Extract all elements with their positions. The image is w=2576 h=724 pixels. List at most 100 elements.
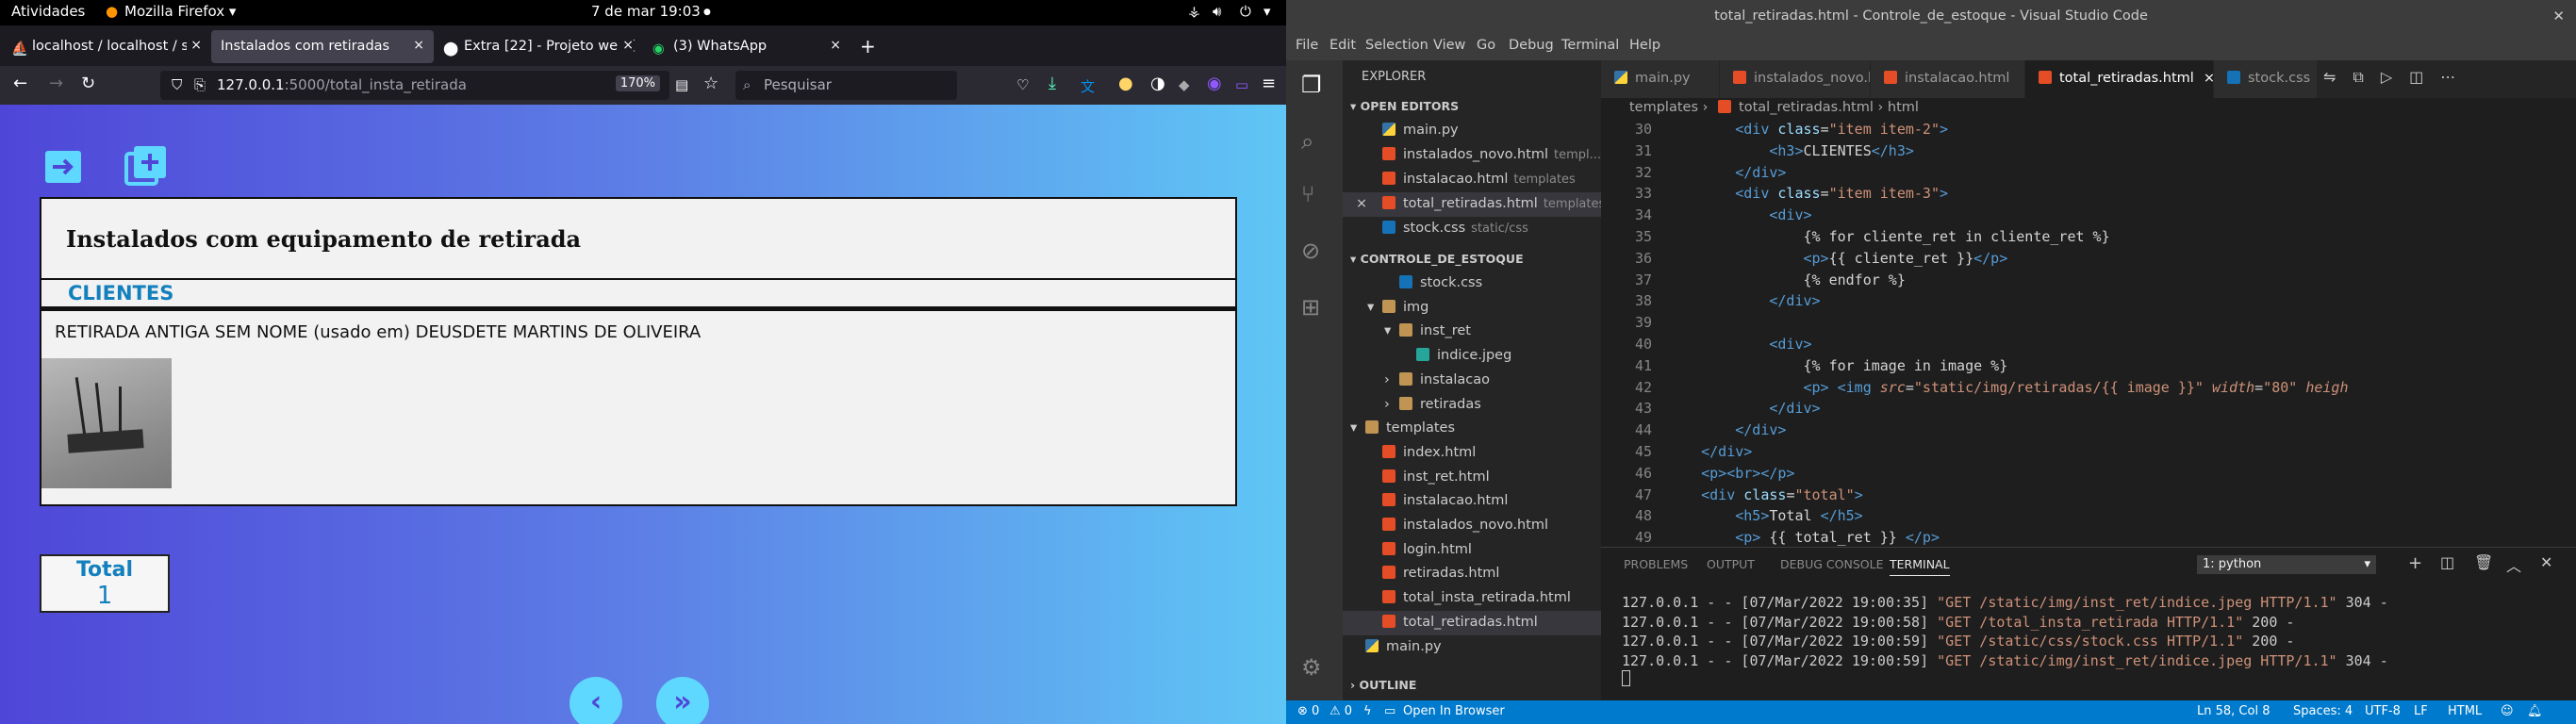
menu-selection[interactable]: Selection xyxy=(1365,38,1428,53)
volume-icon[interactable]: 🔊︎ xyxy=(1213,3,1221,20)
forward-icon[interactable]: → xyxy=(49,74,63,93)
network-icon[interactable]: ⚶ xyxy=(1188,3,1200,20)
tree-item[interactable]: ▾ templates xyxy=(1343,417,1601,441)
tree-item[interactable]: ▾ img xyxy=(1343,296,1601,321)
tree-item[interactable]: index.html xyxy=(1343,441,1601,466)
tree-item[interactable]: › instalacao xyxy=(1343,369,1601,393)
close-editor-icon[interactable]: × xyxy=(1356,196,1367,211)
extension-icon-4[interactable]: ◉ xyxy=(1207,74,1222,93)
outline-section[interactable]: › OUTLINE xyxy=(1343,675,1601,696)
run-icon[interactable]: ▷ xyxy=(2381,68,2409,86)
close-tab-icon[interactable]: × xyxy=(2204,71,2213,86)
open-editors-section[interactable]: ▾ OPEN EDITORS xyxy=(1343,96,1601,117)
menu-file[interactable]: File xyxy=(1296,38,1318,53)
menu-icon[interactable]: ≡ xyxy=(1262,74,1276,93)
lightning-icon[interactable]: ϟ xyxy=(1363,704,1372,718)
open-editor-item[interactable]: × total_retiradas.html templates xyxy=(1343,192,1601,217)
line-ending[interactable]: LF xyxy=(2414,704,2428,718)
editor-tab[interactable]: instalacao.html xyxy=(1871,60,2025,98)
tab-phpmyadmin[interactable]: ⛵ localhost / localhost / sto × xyxy=(2,30,211,63)
zoom-level-button[interactable]: 170% xyxy=(615,75,660,91)
extension-icon-5[interactable]: ▭ xyxy=(1235,76,1248,93)
menu-go[interactable]: Go xyxy=(1477,38,1495,53)
tab-output[interactable]: OUTPUT xyxy=(1707,557,1755,571)
bookmark-star-icon[interactable]: ☆ xyxy=(703,74,718,93)
activities-button[interactable]: Atividades xyxy=(11,3,85,20)
extension-icon-3[interactable]: ◆ xyxy=(1179,76,1190,93)
split-editor-icon[interactable]: ◫ xyxy=(2409,68,2440,86)
translate-icon[interactable]: 文 xyxy=(1081,76,1095,96)
new-tab-button[interactable]: + xyxy=(850,30,884,63)
more-actions-icon[interactable]: ⋯ xyxy=(2440,68,2472,86)
open-editor-item[interactable]: instalacao.html templates xyxy=(1343,168,1601,192)
tree-item[interactable]: total_retiradas.html xyxy=(1343,610,1601,635)
close-tab-icon[interactable]: × xyxy=(830,38,841,53)
back-icon[interactable]: ← xyxy=(13,74,27,93)
pocket-icon[interactable]: ♡ xyxy=(1016,76,1029,93)
trash-icon[interactable]: 🗑︎ xyxy=(2474,553,2493,571)
warnings-count[interactable]: ⚠ 0 xyxy=(1329,704,1352,718)
tree-item[interactable]: indice.jpeg xyxy=(1343,344,1601,369)
tab-whatsapp[interactable]: ◉ (3) WhatsApp × xyxy=(643,30,850,63)
tree-item[interactable]: inst_ret.html xyxy=(1343,466,1601,490)
tree-item[interactable]: stock.css xyxy=(1343,272,1601,296)
close-tab-icon[interactable]: × xyxy=(619,38,634,53)
editor-tab[interactable]: total_retiradas.html × xyxy=(2025,60,2214,98)
tab-extra[interactable]: ⬤ Extra [22] - Projeto web [ × xyxy=(434,30,643,63)
editor-tab[interactable]: main.py xyxy=(1601,60,1720,98)
project-section[interactable]: ▾ CONTROLE_DE_ESTOQUE xyxy=(1343,249,1601,270)
tree-item[interactable]: instalacao.html xyxy=(1343,489,1601,514)
reload-icon[interactable]: ↻ xyxy=(81,74,95,93)
url-bar[interactable]: ⛉ ⎘ 127.0.0.1:5000/total_insta_retirada … xyxy=(160,71,669,100)
menu-terminal[interactable]: Terminal xyxy=(1561,38,1619,53)
cursor-position[interactable]: Ln 58, Col 8 xyxy=(2197,704,2270,718)
terminal-output[interactable]: 127.0.0.1 - - [07/Mar/2022 19:00:35] "GE… xyxy=(1622,593,2388,686)
logout-icon[interactable] xyxy=(43,147,83,187)
open-in-browser[interactable]: Open In Browser xyxy=(1403,704,1505,718)
app-menu[interactable]: Mozilla Firefox ▾ xyxy=(124,3,236,20)
errors-count[interactable]: ⊗ 0 xyxy=(1297,704,1319,718)
next-button[interactable]: » xyxy=(656,677,709,724)
menu-help[interactable]: Help xyxy=(1629,38,1660,53)
breadcrumb-folder[interactable]: templates xyxy=(1629,100,1698,115)
tree-item[interactable]: instalados_novo.html xyxy=(1343,514,1601,538)
tab-problems[interactable]: PROBLEMS xyxy=(1624,557,1688,571)
explorer-icon[interactable]: ❐ xyxy=(1301,72,1328,98)
downloads-icon[interactable]: ⤓ xyxy=(1049,74,1056,93)
maximize-panel-icon[interactable]: ︿ xyxy=(2506,553,2521,576)
encoding[interactable]: UTF-8 xyxy=(2365,704,2401,718)
close-tab-icon[interactable]: × xyxy=(413,38,424,53)
tab-terminal[interactable]: TERMINAL xyxy=(1890,557,1950,576)
menu-view[interactable]: View xyxy=(1433,38,1465,53)
terminal-select[interactable]: 1: python ▾ xyxy=(2197,555,2376,574)
breadcrumb-symbol[interactable]: html xyxy=(1888,100,1919,115)
extensions-icon[interactable]: ⊞ xyxy=(1301,294,1328,321)
tree-item[interactable]: main.py xyxy=(1343,635,1601,660)
open-editor-item[interactable]: main.py xyxy=(1343,119,1601,143)
system-menu-arrow-icon[interactable]: ▾ xyxy=(1263,3,1271,20)
add-library-icon[interactable] xyxy=(124,144,166,186)
language-mode[interactable]: HTML xyxy=(2448,704,2482,718)
tree-item[interactable]: ▾ inst_ret xyxy=(1343,320,1601,344)
menu-debug[interactable]: Debug xyxy=(1509,38,1554,53)
debug-icon[interactable]: ⊘ xyxy=(1301,238,1328,264)
search-input[interactable]: ⌕ Pesquisar xyxy=(735,71,957,100)
new-terminal-icon[interactable]: + xyxy=(2408,553,2422,573)
extension-icon-1[interactable]: ● xyxy=(1118,74,1133,93)
feedback-icon[interactable]: ☺ xyxy=(2501,704,2514,718)
close-tab-icon[interactable]: × xyxy=(187,38,202,53)
tree-item[interactable]: total_insta_retirada.html xyxy=(1343,586,1601,611)
compare-icon[interactable]: ⇋ xyxy=(2323,68,2353,86)
tab-debug-console[interactable]: DEBUG CONSOLE xyxy=(1780,557,1883,571)
window-close-icon[interactable]: ✕ xyxy=(2552,8,2565,25)
search-icon[interactable]: ⌕ xyxy=(1301,128,1328,155)
shield-icon[interactable]: ⛉ xyxy=(172,76,182,93)
settings-gear-icon[interactable]: ⚙ xyxy=(1301,654,1328,681)
indentation[interactable]: Spaces: 4 xyxy=(2293,704,2353,718)
editor-tab[interactable]: stock.css xyxy=(2214,60,2318,98)
prev-button[interactable]: ‹ xyxy=(570,677,622,724)
close-panel-icon[interactable]: ✕ xyxy=(2540,553,2552,571)
tree-item[interactable]: › retiradas xyxy=(1343,393,1601,418)
extension-icon-2[interactable]: ◑ xyxy=(1150,74,1165,93)
breadcrumb-file[interactable]: total_retiradas.html xyxy=(1739,100,1874,115)
